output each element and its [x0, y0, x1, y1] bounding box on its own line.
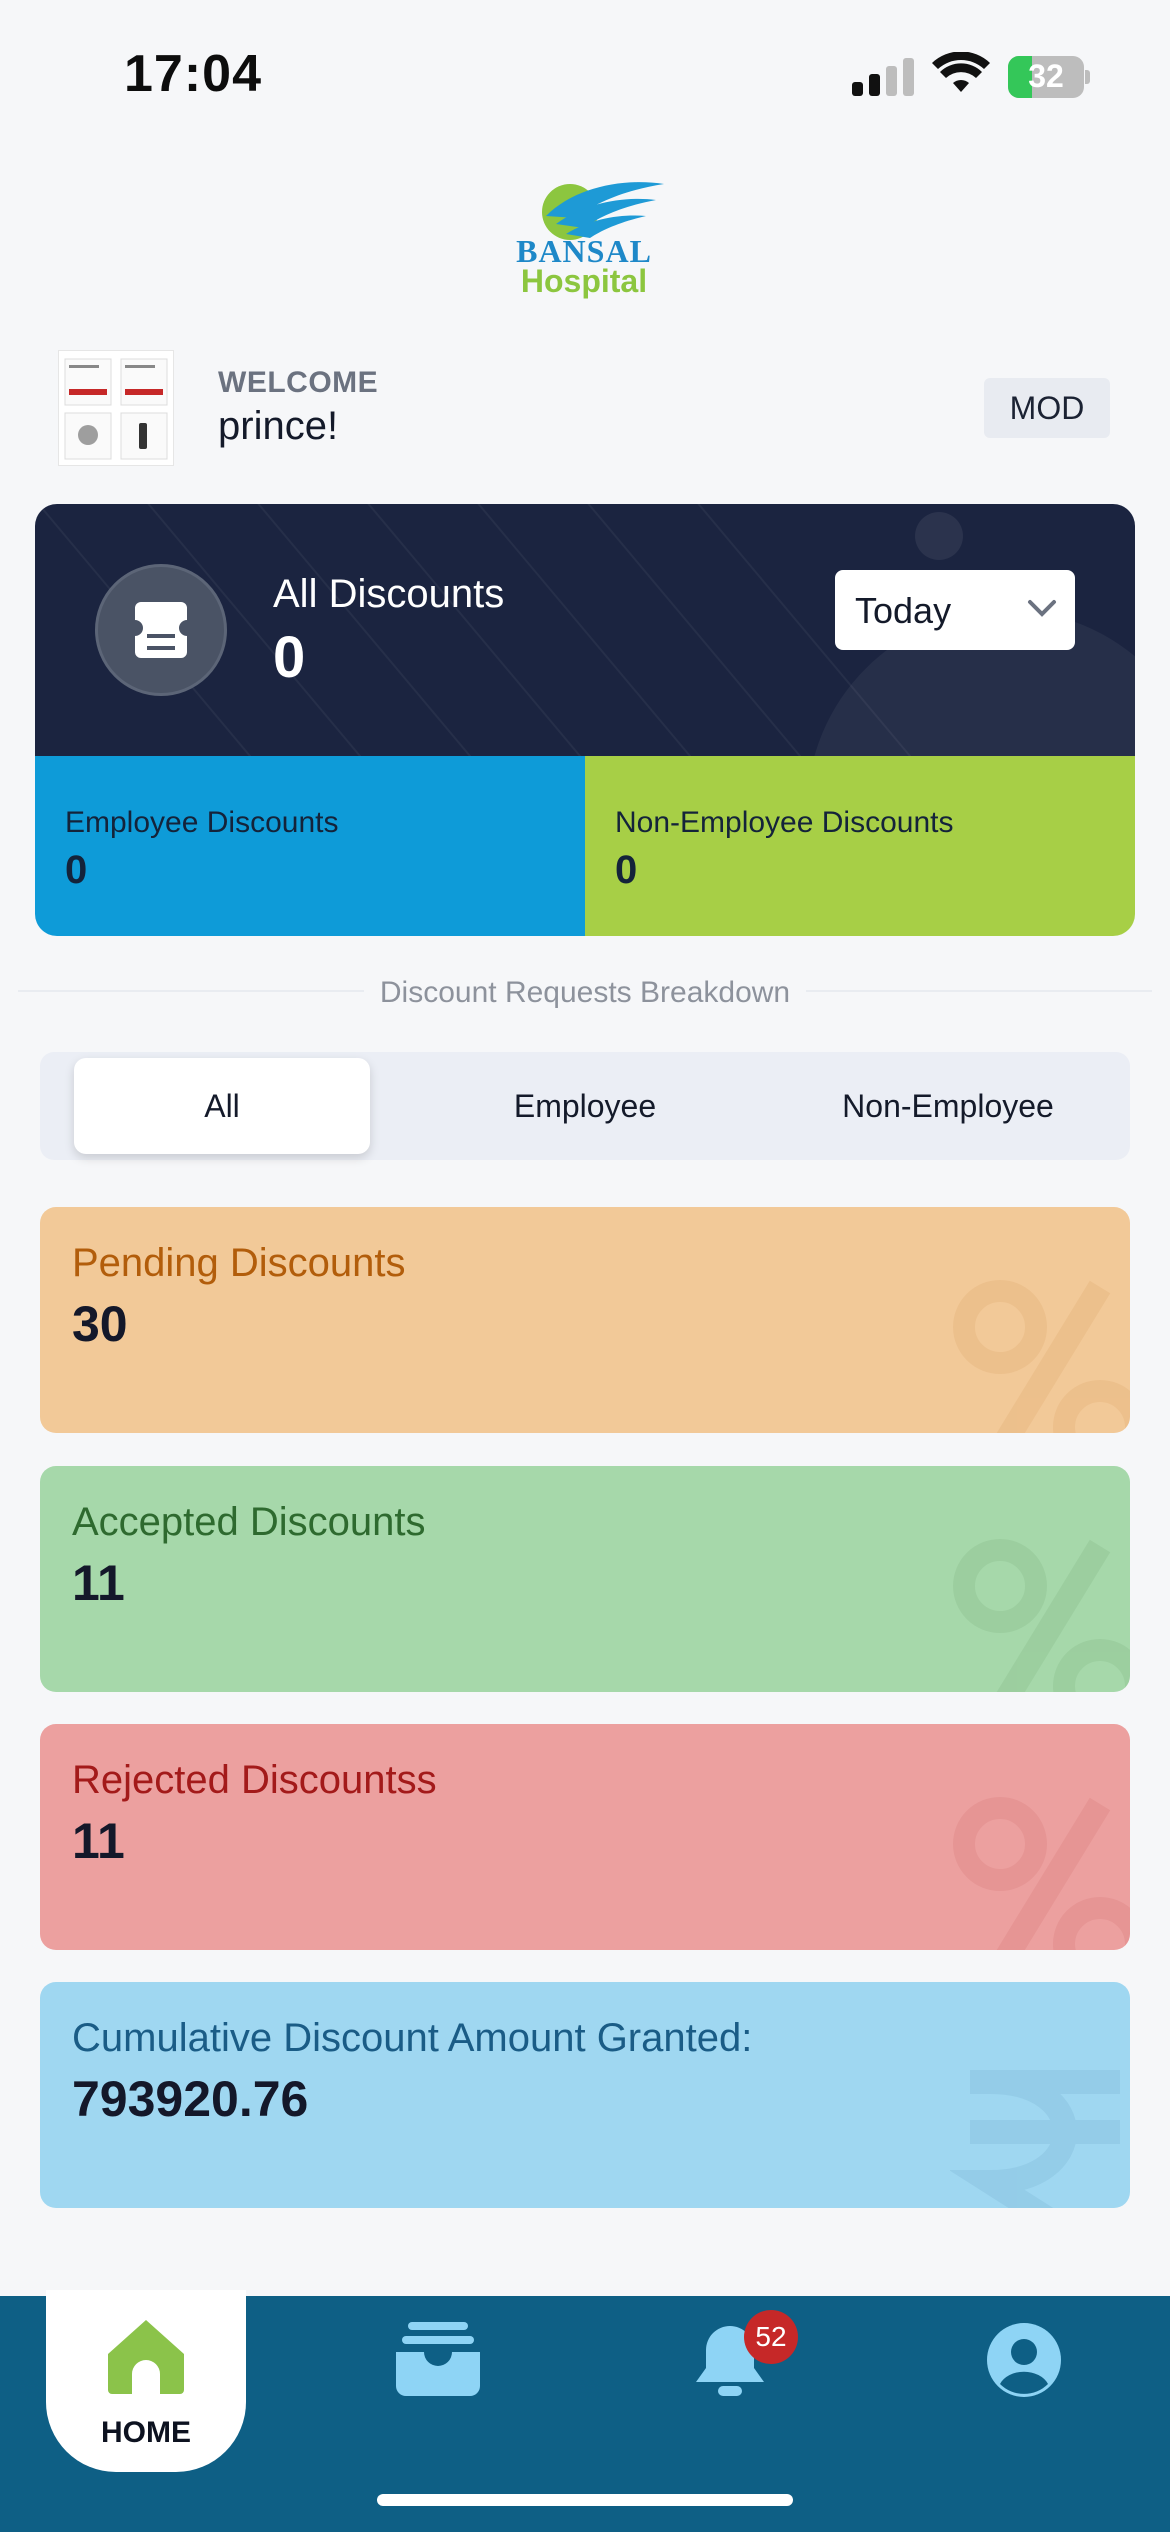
home-icon	[108, 2320, 184, 2394]
chevron-down-icon	[1028, 600, 1056, 617]
rupee-icon	[950, 2070, 1120, 2208]
nav-home[interactable]: HOME	[46, 2290, 246, 2472]
card-value: 11	[72, 1555, 125, 1611]
logo-line1: BANSAL	[516, 233, 652, 269]
inbox-icon[interactable]	[396, 2320, 480, 2396]
card-value: 793920.76	[72, 2071, 309, 2127]
battery-level: 32	[1028, 58, 1064, 94]
cumulative-amount-card[interactable]: Cumulative Discount Amount Granted: 7939…	[40, 1982, 1130, 2208]
discount-summary-card: All Discounts 0 Today Employee Discounts…	[35, 504, 1135, 936]
tab-employee[interactable]: Employee	[437, 1058, 733, 1154]
cellular-signal-icon	[852, 56, 914, 96]
welcome-label: WELCOME	[218, 366, 379, 399]
card-label: Pending Discounts	[72, 1241, 406, 1285]
tab-non-employee[interactable]: Non-Employee	[800, 1058, 1096, 1154]
all-discounts-label: All Discounts	[273, 572, 505, 616]
pending-discounts-card[interactable]: Pending Discounts 30	[40, 1207, 1130, 1433]
period-dropdown[interactable]: Today	[835, 570, 1075, 650]
non-employee-discounts-label: Non-Employee Discounts	[615, 806, 954, 839]
notification-badge: 52	[744, 2310, 798, 2364]
discount-tag-icon	[95, 564, 227, 696]
breakdown-title: Discount Requests Breakdown	[0, 976, 1170, 1010]
user-name: prince!	[218, 404, 339, 448]
status-time: 17:04	[124, 45, 262, 103]
avatar[interactable]	[58, 350, 174, 466]
logo-line2: Hospital	[520, 263, 648, 299]
wifi-icon	[932, 52, 990, 92]
employee-discounts-label: Employee Discounts	[65, 806, 339, 839]
percent-icon	[953, 1280, 1130, 1433]
status-bar: 17:04 32	[0, 0, 1170, 150]
all-discounts-value: 0	[273, 625, 306, 690]
breakdown-tabs: All Employee Non-Employee	[40, 1052, 1130, 1160]
percent-icon	[953, 1539, 1130, 1692]
card-label: Cumulative Discount Amount Granted:	[72, 2016, 753, 2060]
accepted-discounts-card[interactable]: Accepted Discounts 11	[40, 1466, 1130, 1692]
home-indicator	[377, 2494, 793, 2506]
profile-icon[interactable]	[986, 2322, 1062, 2398]
all-discounts-panel: All Discounts 0 Today	[35, 504, 1135, 756]
card-value: 11	[72, 1813, 125, 1869]
rejected-discounts-card[interactable]: Rejected Discountss 11	[40, 1724, 1130, 1950]
nav-home-label: HOME	[101, 2416, 191, 2449]
breakdown-title-text: Discount Requests Breakdown	[363, 976, 807, 1009]
product-thumbnail-icon	[64, 358, 168, 460]
card-value: 30	[72, 1296, 128, 1352]
tab-all[interactable]: All	[74, 1058, 370, 1154]
card-label: Rejected Discountss	[72, 1758, 437, 1802]
logo-text: BANSAL Hospital	[496, 233, 672, 299]
battery-icon: 32	[1008, 56, 1090, 98]
employee-discounts-box[interactable]: Employee Discounts 0	[35, 756, 585, 936]
percent-icon	[953, 1797, 1130, 1950]
employee-discounts-value: 0	[65, 848, 88, 892]
role-badge: MOD	[984, 378, 1110, 438]
non-employee-discounts-value: 0	[615, 848, 638, 892]
non-employee-discounts-box[interactable]: Non-Employee Discounts 0	[585, 756, 1135, 936]
card-label: Accepted Discounts	[72, 1500, 426, 1544]
period-selected-value: Today	[855, 590, 952, 631]
